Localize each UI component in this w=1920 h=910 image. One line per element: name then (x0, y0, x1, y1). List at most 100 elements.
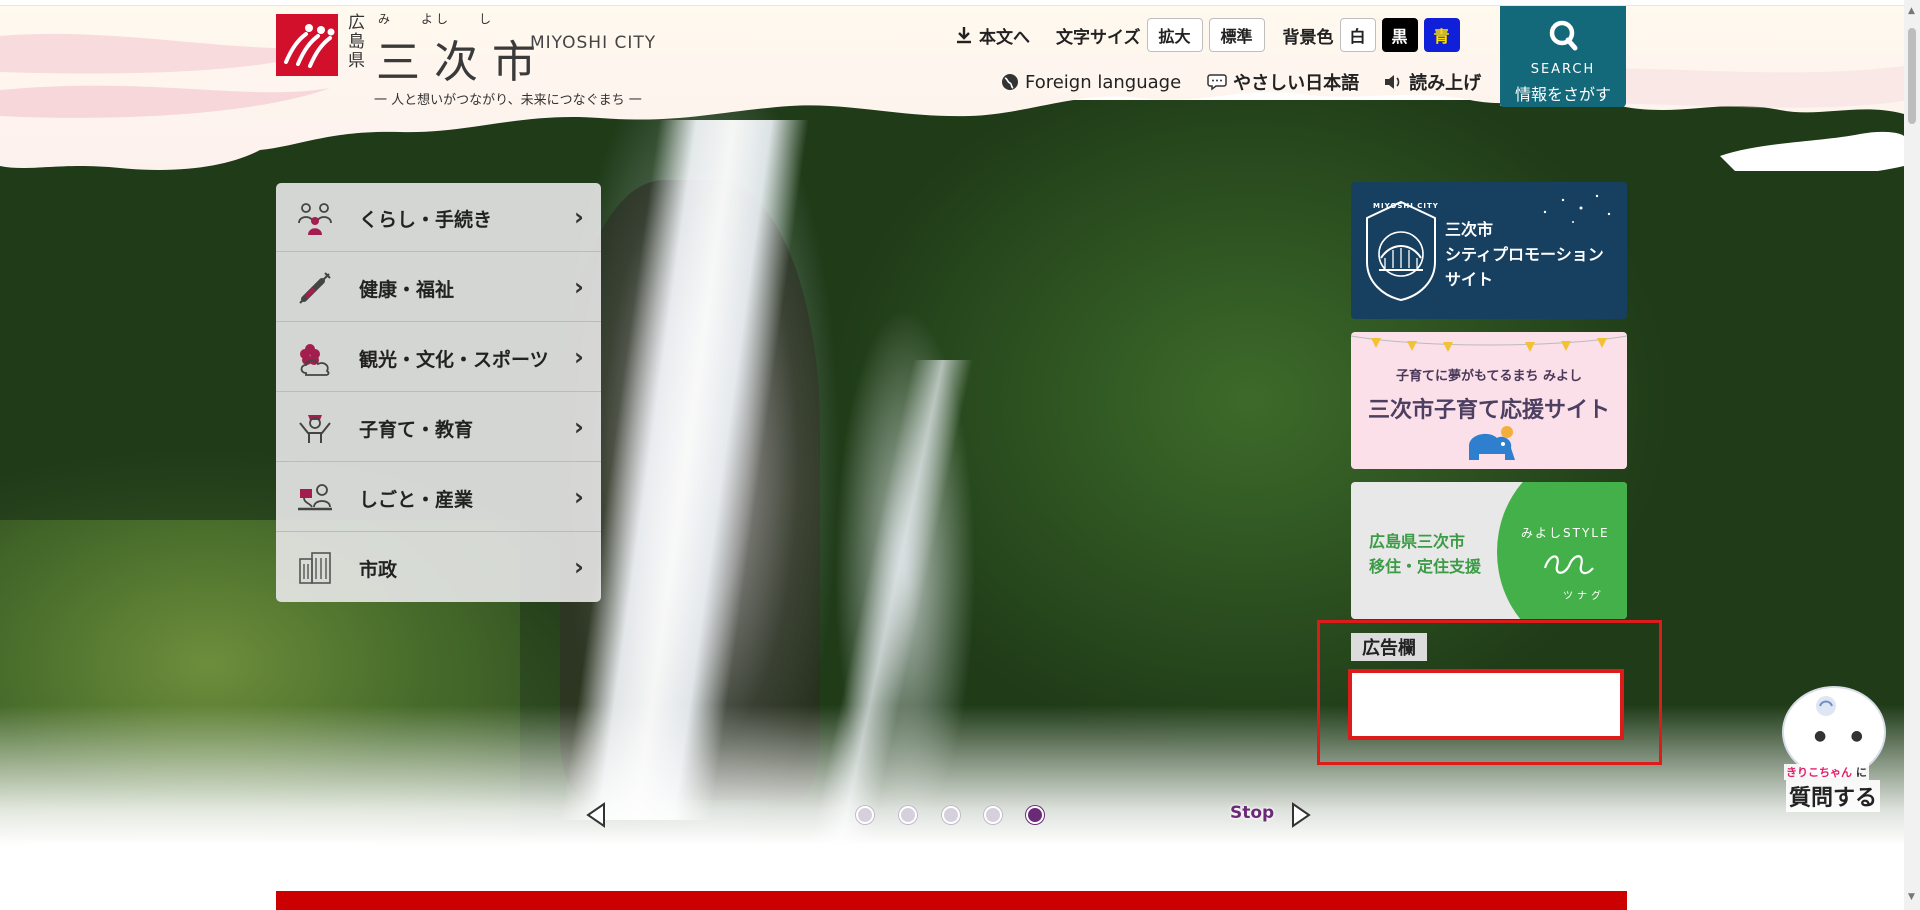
utility-bar: 本文へ 文字サイズ 拡大 標準 背景色 白 黒 青 (955, 18, 1460, 52)
promo-emblem-icon (1366, 200, 1436, 302)
pref-char: 島 (348, 32, 365, 52)
mascot-eyes: ● ● (1814, 728, 1873, 744)
logo-prefecture: 広 島 県 (348, 14, 368, 71)
chevron-right-icon: › (574, 553, 584, 581)
chevron-right-icon: › (574, 343, 584, 371)
city-name-en: MIYOSHI CITY (530, 33, 657, 53)
pref-char: 広 (348, 13, 365, 33)
ruby-text: よし (421, 12, 452, 26)
nav-item-label: 市政 (359, 559, 398, 581)
nav-item-label: しごと・産業 (359, 489, 474, 511)
skip-to-content-link[interactable]: 本文へ (955, 23, 1030, 48)
speech-bubble-icon (1207, 74, 1227, 91)
nav-item-childcare[interactable]: 子育て・教育 › (276, 393, 601, 462)
page-scrollbar[interactable]: ▲ ▼ (1904, 0, 1920, 910)
nav-item-label: 子育て・教育 (359, 419, 474, 441)
stars-icon (1543, 194, 1611, 223)
nav-item-living[interactable]: くらし・手続き › (276, 183, 601, 252)
nav-item-health[interactable]: 健康・福祉 › (276, 253, 601, 322)
promo-line2: シティプロモーション (1445, 245, 1604, 264)
download-arrow-icon (957, 27, 971, 44)
building-icon (299, 552, 331, 584)
city-logo-mark[interactable] (276, 14, 338, 76)
nav-item-city-government[interactable]: 市政 › (276, 533, 601, 602)
mascot-hair-icon (1816, 696, 1836, 716)
font-size-standard-button[interactable]: 標準 (1208, 18, 1265, 52)
ruby-text: し (479, 12, 495, 26)
scroll-up-arrow-icon[interactable]: ▲ (1908, 6, 1915, 16)
scroll-thumb[interactable] (1908, 28, 1916, 124)
nav-item-label: 観光・文化・スポーツ (359, 349, 549, 371)
search-label-en: SEARCH (1530, 62, 1596, 77)
nav-item-label: くらし・手続き (359, 209, 493, 231)
ruby-text: み (378, 12, 394, 26)
nav-item-work[interactable]: しごと・産業 › (276, 463, 601, 532)
bg-black-button[interactable]: 黒 (1381, 18, 1418, 52)
nav-item-tourism[interactable]: 観光・文化・スポーツ › (276, 323, 601, 392)
chatbot-action: 質問する (1786, 780, 1881, 812)
font-size-label: 文字サイズ (1056, 27, 1141, 48)
chatbot-name: きりこちゃん に (1784, 764, 1869, 780)
flower-cloud-icon (300, 344, 330, 376)
foreign-language-link[interactable]: Foreign language (1001, 72, 1181, 93)
chatbot-particle: に (1855, 766, 1867, 779)
iju-style-text: みよしSTYLE (1521, 526, 1610, 540)
skip-label: 本文へ (979, 27, 1030, 48)
ad-label: 広告欄 (1351, 633, 1427, 661)
city-promotion-banner[interactable]: MIYOSHI CITY 三次市 シティプロモーション サイト (1351, 182, 1627, 319)
work-icon (298, 484, 332, 511)
ad-slot[interactable] (1348, 669, 1624, 740)
chevron-right-icon: › (574, 483, 584, 511)
bg-white-button[interactable]: 白 (1339, 18, 1376, 52)
bg-color-label: 背景色 (1282, 27, 1334, 48)
iju-sub-text: ツナグ (1563, 591, 1605, 602)
childcare-support-banner[interactable]: 子育てに夢がもてるまち みよし 三次市子育て応援サイト (1351, 332, 1627, 469)
script-logo-icon (1543, 555, 1594, 575)
chatbot-launcher[interactable]: ● ● きりこちゃん に 質問する (1776, 688, 1888, 818)
search-label-ja: 情報をさがす (1514, 85, 1611, 104)
syringe-icon (299, 272, 331, 304)
triangle-right-icon (1292, 802, 1311, 828)
search-icon (1549, 20, 1578, 51)
easy-japanese-label: やさしい日本語 (1233, 73, 1360, 94)
scroll-down-arrow-icon[interactable]: ▼ (1908, 892, 1915, 902)
promo-line3: サイト (1445, 270, 1494, 289)
kosodate-line1: 子育てに夢がもてるまち みよし (1395, 369, 1582, 384)
nav-item-label: 健康・福祉 (359, 279, 455, 301)
slider-dot[interactable] (942, 806, 960, 824)
promo-badge-text: MIYOSHI CITY (1373, 202, 1439, 210)
kosodate-line2: 三次市子育て応援サイト (1367, 398, 1610, 423)
pref-char: 県 (348, 51, 365, 71)
font-size-large-button[interactable]: 拡大 (1146, 18, 1203, 52)
child-icon (299, 415, 331, 443)
iju-line2: 移住・定住支援 (1369, 557, 1482, 576)
bunting-icon (1351, 335, 1627, 352)
slider-dot-active[interactable] (1026, 806, 1044, 824)
triangle-left-icon (586, 802, 605, 828)
read-aloud-label: 読み上げ (1409, 73, 1482, 94)
city-name[interactable]: 三次市 (376, 26, 550, 90)
slider-prev-button[interactable] (585, 802, 607, 828)
foreign-language-label: Foreign language (1025, 71, 1182, 93)
slider-dot[interactable] (856, 806, 874, 824)
promo-line1: 三次市 (1445, 220, 1494, 239)
chevron-right-icon: › (574, 203, 584, 231)
search-button[interactable]: SEARCH 情報をさがす (1500, 6, 1626, 107)
slider-dot[interactable] (984, 806, 1002, 824)
logo-icon (284, 24, 335, 68)
slider-next-button[interactable] (1290, 802, 1312, 828)
city-tagline: 一 人と想いがつながり、未来につなぐまち 一 (374, 93, 642, 108)
chevron-right-icon: › (574, 413, 584, 441)
easy-japanese-link[interactable]: やさしい日本語 (1207, 69, 1359, 95)
iju-line1: 広島県三次市 (1369, 532, 1466, 551)
read-aloud-link[interactable]: 読み上げ (1383, 69, 1481, 95)
slider-stop-button[interactable]: Stop (1230, 803, 1274, 823)
relocation-support-banner[interactable]: 広島県三次市 移住・定住支援 みよしSTYLE ツナグ (1351, 482, 1627, 619)
emergency-notice-bar (276, 891, 1627, 910)
utility-links: Foreign language やさしい日本語 読み上げ (1001, 67, 1481, 97)
elephant-icon (1469, 426, 1515, 460)
bg-blue-button[interactable]: 青 (1423, 18, 1460, 52)
slider-dot[interactable] (899, 806, 917, 824)
category-nav: くらし・手続き › 健康・福祉 › 観光・文化・スポーツ › 子育て・教育 › (276, 183, 601, 602)
speaker-icon (1385, 75, 1400, 89)
